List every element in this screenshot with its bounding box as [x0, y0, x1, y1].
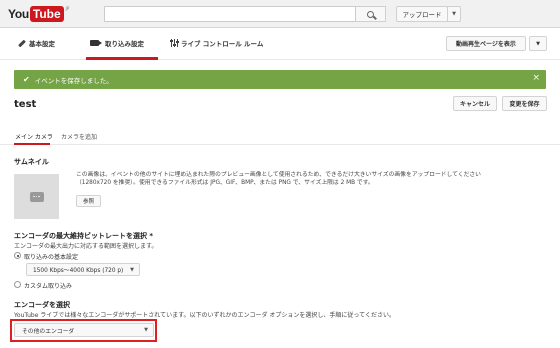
thumbnail-description: この画像は、イベントの他のサイトに埋め込まれた際のプレビュー画像として使用される… — [76, 171, 546, 188]
main-card: 基本設定 取り込み設定 ライブ コントロール ルーム 動画再生ページを表示 ▼ … — [0, 28, 560, 348]
cancel-button[interactable]: キャンセル — [453, 96, 497, 111]
camera-tabs: メイン カメラ カメラを追加 — [0, 129, 560, 145]
camera-icon — [90, 40, 102, 46]
encoder-subtext: YouTube ライブでは様々なエンコーダがサポートされています。以下のいずれか… — [14, 312, 395, 319]
tab-basic[interactable]: 基本設定 — [18, 38, 55, 48]
checkmark-icon: ✔ — [23, 75, 30, 84]
youtube-logo[interactable]: You Tube JP — [8, 5, 69, 22]
save-changes-button[interactable]: 変更を保存 — [502, 96, 547, 111]
logo-you-text: You — [8, 6, 29, 21]
pencil-icon — [18, 39, 26, 47]
bitrate-subtext: エンコーダの最大出力に対応する範囲を選択します。 — [14, 243, 158, 250]
more-button[interactable]: ▼ — [529, 36, 547, 51]
logo-country-code: JP — [65, 6, 70, 11]
video-placeholder-icon — [29, 191, 44, 202]
custom-radio[interactable] — [14, 281, 21, 288]
view-watch-page-button[interactable]: 動画再生ページを表示 — [446, 36, 526, 51]
event-title: test — [14, 99, 37, 110]
tab-control-room[interactable]: ライブ コントロール ルーム — [170, 38, 263, 48]
search-button[interactable] — [356, 6, 386, 22]
logo-tube-text: Tube — [29, 5, 64, 22]
search-icon — [367, 10, 374, 18]
chevron-down-icon: ▼ — [536, 40, 540, 47]
browse-button[interactable]: 参照 — [76, 195, 101, 207]
upload-dropdown-button[interactable]: ▼ — [447, 6, 461, 22]
bitrate-heading: エンコーダの最大維持ビットレートを選択 * — [14, 232, 154, 240]
upload-button[interactable]: アップロード — [396, 6, 448, 22]
thumbnail-placeholder — [14, 174, 59, 219]
close-icon[interactable]: × — [532, 73, 540, 83]
banner-message: イベントを保存しました。 — [34, 76, 113, 85]
tab-ingest-label: 取り込み設定 — [105, 40, 144, 48]
tab-ingest[interactable]: 取り込み設定 — [90, 38, 144, 48]
thumbnail-desc-line2: （1280x720 を推奨）。使用できるファイル形式は JPG、GIF、BMP、… — [76, 180, 374, 187]
thumbnail-desc-line1: この画像は、イベントの他のサイトに埋め込まれた際のプレビュー画像として使用される… — [76, 172, 481, 178]
active-subtab-indicator — [14, 143, 50, 145]
success-banner: ✔ イベントを保存しました。 × — [14, 70, 546, 89]
sliders-icon — [170, 39, 179, 47]
tab-basic-label: 基本設定 — [29, 40, 55, 48]
search-input[interactable] — [104, 6, 356, 22]
encoder-highlight-annotation — [10, 319, 157, 342]
bitrate-select-value: 1500 Kbps〜4000 Kbps (720 p) — [33, 268, 124, 274]
event-tabs: 基本設定 取り込み設定 ライブ コントロール ルーム 動画再生ページを表示 ▼ — [0, 28, 560, 60]
tab-add-camera[interactable]: カメラを追加 — [61, 132, 97, 141]
bitrate-select[interactable]: 1500 Kbps〜4000 Kbps (720 p) ▼ — [26, 263, 140, 276]
top-bar: You Tube JP アップロード ▼ — [0, 0, 560, 28]
preset-radio[interactable] — [14, 252, 21, 259]
encoder-heading: エンコーダを選択 — [14, 301, 70, 309]
tab-control-room-label: ライブ コントロール ルーム — [181, 40, 264, 48]
chevron-down-icon: ▼ — [452, 11, 456, 17]
thumbnail-heading: サムネイル — [14, 158, 49, 166]
tab-main-camera[interactable]: メイン カメラ — [15, 132, 53, 141]
chevron-down-icon: ▼ — [130, 267, 134, 273]
custom-radio-label: カスタム取り込み — [24, 283, 73, 290]
active-tab-indicator — [86, 57, 158, 60]
preset-radio-label: 取り込みの基本設定 — [24, 254, 79, 261]
